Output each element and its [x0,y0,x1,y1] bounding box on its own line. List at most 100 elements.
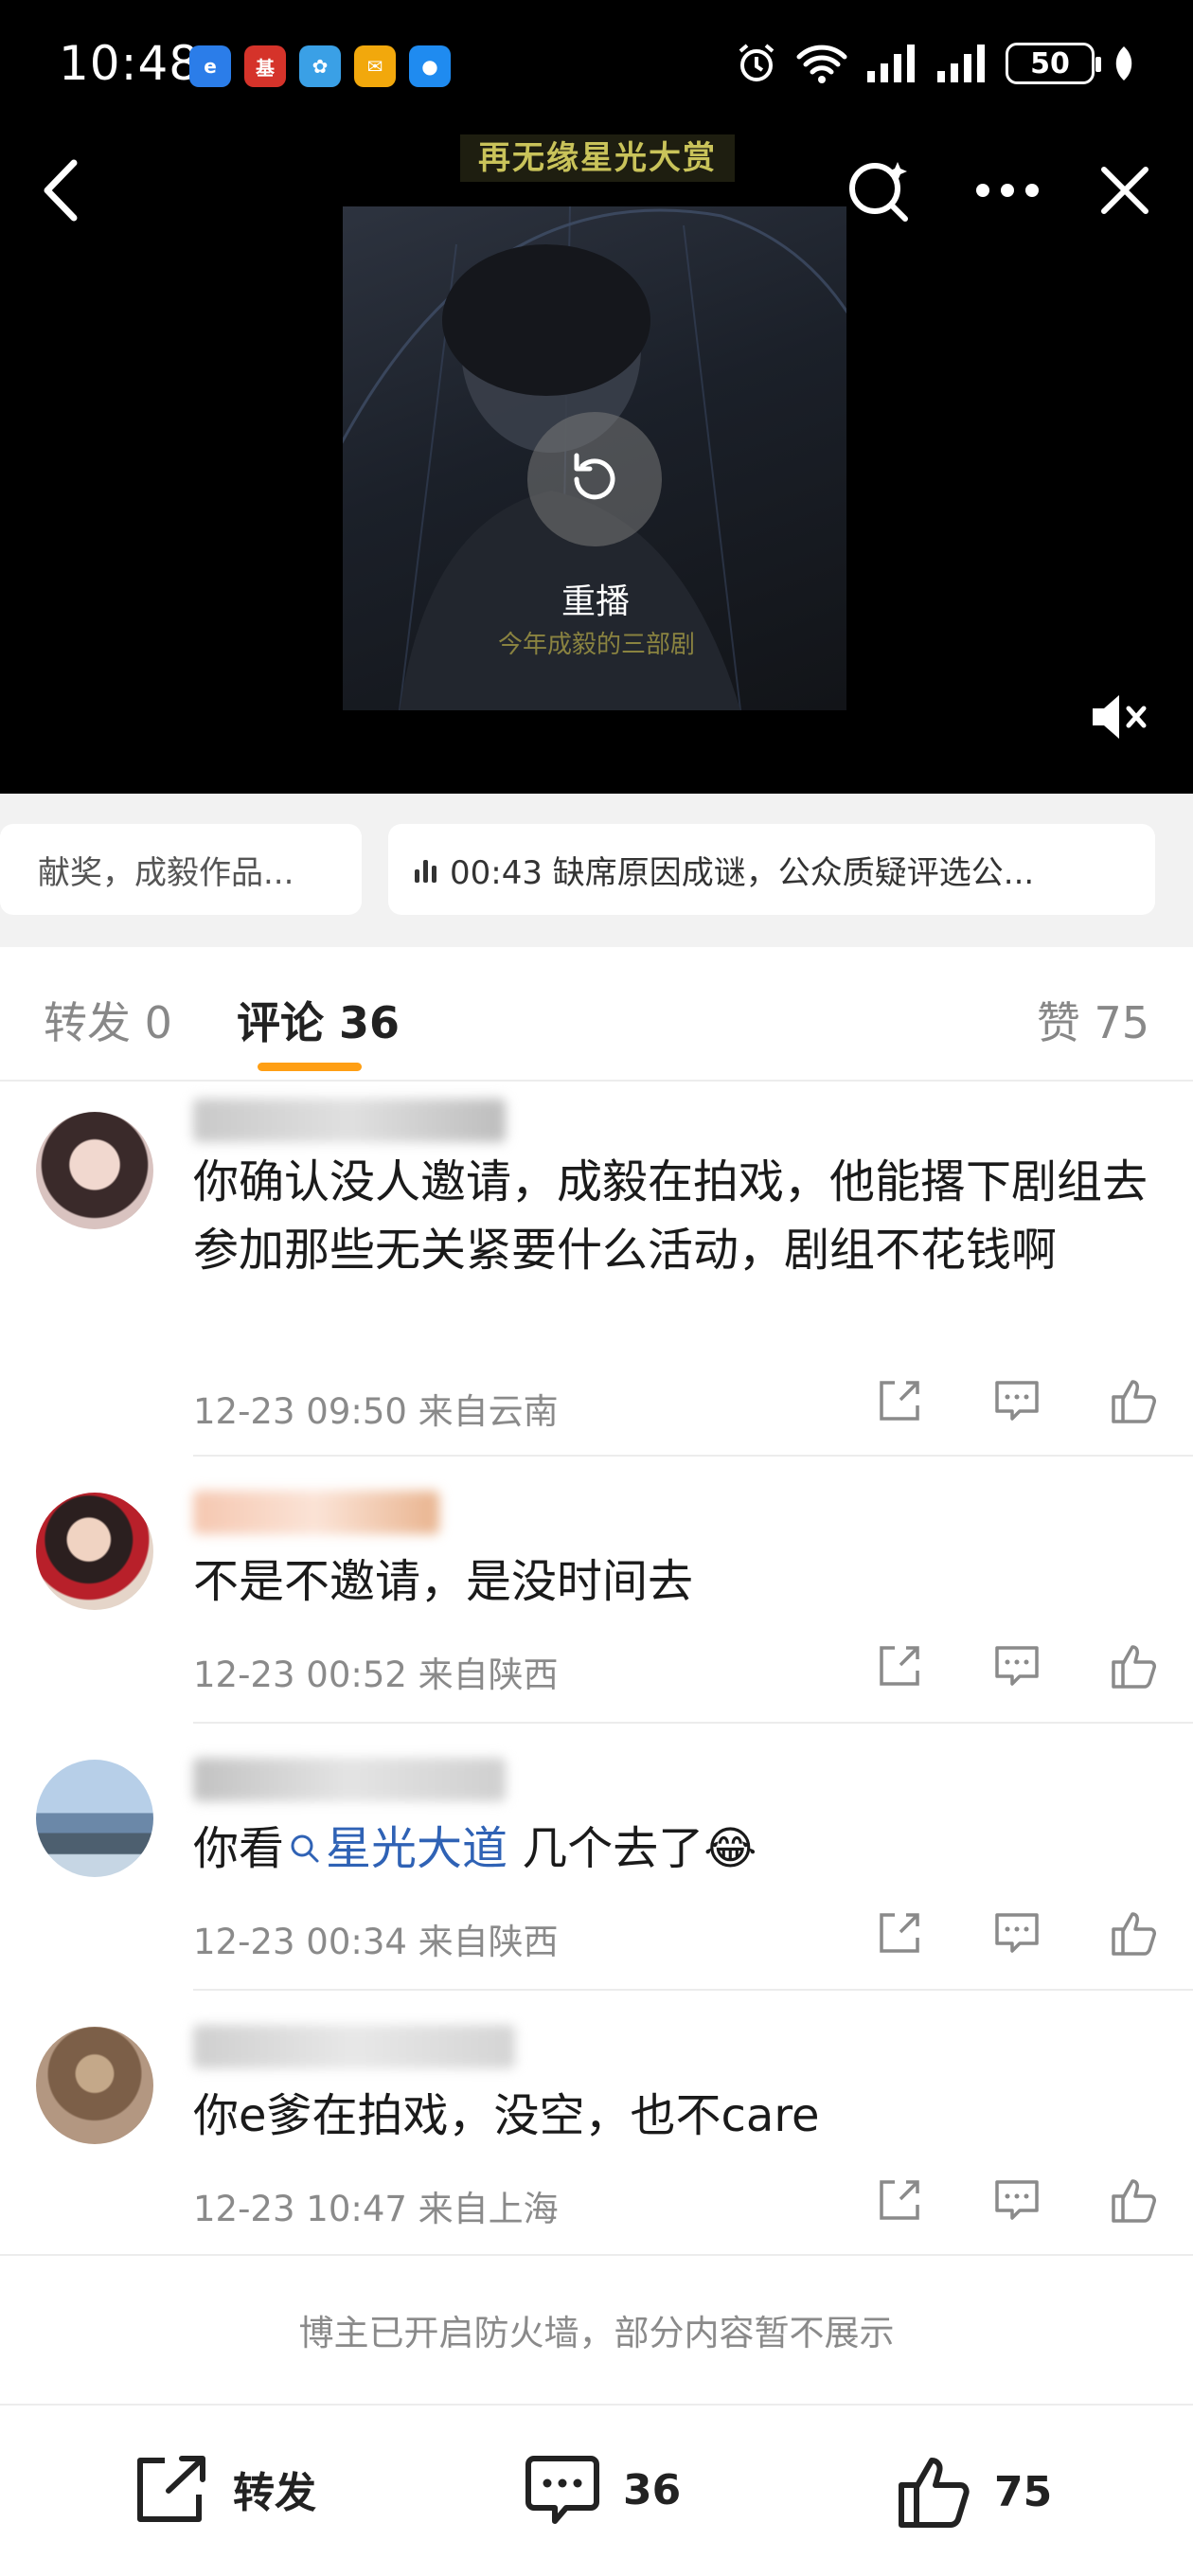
replay-icon [574,453,615,500]
comment-text: 你确认没人邀请，成毅在拍戏，他能撂下剧组去参加那些无关紧要什么活动，剧组不花钱啊 [193,1155,1148,1277]
topic-chip-left-label: 献奖，成毅作品... [38,853,294,892]
thumbs-up-icon [1112,2179,1156,2223]
fund-app-icon: 基 [244,45,286,87]
comment-bubble-icon [525,2456,599,2524]
comment-text: 你e爹在拍戏，没空，也不care [193,2089,820,2142]
comment-item: 不是不邀请，是没时间去 12-23 00:52 来自陕西 [0,1457,1193,1722]
comment-icon [995,1646,1039,1686]
like-button[interactable] [1076,2167,1193,2233]
leaf-icon [1115,46,1132,80]
like-bottom-button[interactable]: 75 [896,2453,1052,2531]
wifi-icon [796,45,847,83]
tab-repost[interactable]: 转发 0 [44,989,172,1051]
reply-button[interactable] [958,1900,1076,1966]
flower-app-icon: ✿ [299,45,341,87]
share-icon [880,2180,919,2220]
avatar[interactable] [36,1493,153,1610]
comment-text: 不是不邀请，是没时间去 [193,1555,694,1608]
tab-likes[interactable]: 赞 75 [1037,989,1149,1051]
comment-meta: 12-23 00:34 来自陕西 [193,1922,559,1962]
comment-item: 你e爹在拍戏，没空，也不care 12-23 10:47 来自上海 [0,1991,1193,2254]
thumbs-up-icon [1112,1380,1156,1423]
comment-text-after: 几个去了 [507,1822,704,1875]
comment-meta: 12-23 00:52 来自陕西 [193,1655,559,1695]
like-button[interactable] [1076,1368,1193,1434]
username-blurred[interactable] [193,2025,515,2068]
comment-icon [995,1381,1039,1421]
share-icon [880,1646,919,1686]
signal-icon-2 [937,45,985,82]
comment-text-before: 你看 [193,1822,285,1875]
content-tabs: 转发 0 评论 36 赞 75 [0,947,1193,1082]
comment-actions [841,1900,1193,1966]
topic-link[interactable]: 星光大道 [284,1822,507,1875]
reply-button[interactable] [958,1368,1076,1434]
video-title-overlay: 再无缘星光大赏 [460,134,735,182]
status-indicators: 50 [735,42,1136,85]
mute-button[interactable] [1087,684,1153,750]
close-button[interactable] [1091,156,1159,224]
topic-chip-left[interactable]: 献奖，成毅作品... [0,824,362,915]
status-time: 10:48 [59,36,201,91]
repost-label: 转发 [233,2469,316,2517]
battery-icon: 50 [1006,43,1101,84]
tab-comments[interactable]: 评论 36 [237,989,400,1051]
share-icon [880,1381,919,1421]
repost-button[interactable]: 转发 [133,2453,316,2525]
notification-app-icons: e 基 ✿ ✉ ● [189,45,451,87]
username-blurred[interactable] [193,1491,439,1534]
chevron-left-icon [44,159,78,222]
username-blurred[interactable] [193,1758,506,1801]
comment-meta: 12-23 09:50 来自云南 [193,1391,559,1432]
share-button[interactable] [841,1633,958,1699]
back-button[interactable] [27,156,95,224]
avatar[interactable] [36,1760,153,1877]
like-button[interactable] [1076,1633,1193,1699]
thumbs-up-icon [1112,1912,1156,1956]
comment-count: 36 [623,2465,682,2514]
comment-icon [995,2180,1039,2220]
more-dots-icon [976,184,1039,197]
chat-app-icon: ● [409,45,451,87]
speaker-muted-icon [1093,695,1147,739]
share-button[interactable] [841,1368,958,1434]
share-button[interactable] [841,1900,958,1966]
bottom-action-bar: 转发 36 75 [0,2407,1193,2576]
close-icon [1101,167,1148,214]
video-subtitle: 今年成毅的三部剧 [497,631,695,659]
thumbs-up-large-icon [899,2458,970,2528]
share-icon [880,1913,919,1953]
replay-label: 重播 [561,582,630,621]
app-e-icon: e [189,45,231,87]
comment-button[interactable]: 36 [523,2453,681,2527]
avatar[interactable] [36,2027,153,2144]
topic-chips-bar: 献奖，成毅作品... 00:43 缺席原因成谜，公众质疑评选公... [0,794,1193,947]
comment-item: 你看 星光大道 几个去了😂 12-23 00:34 来自陕西 [0,1724,1193,1989]
share-button[interactable] [841,2167,958,2233]
comment-actions [841,1633,1193,1699]
search-button[interactable] [845,156,913,224]
search-small-icon [291,1834,319,1863]
audio-bars-icon [415,856,436,883]
topic-chip-audio[interactable]: 00:43 缺席原因成谜，公众质疑评选公... [388,824,1155,915]
username-blurred[interactable] [193,1099,506,1142]
comment-text: 你看 星光大道 几个去了😂 [193,1815,1149,1883]
reply-button[interactable] [958,2167,1076,2233]
comment-meta: 12-23 10:47 来自上海 [193,2189,559,2229]
comment-icon [995,1913,1039,1953]
like-button[interactable] [1076,1900,1193,1966]
mail-app-icon: ✉ [354,45,396,87]
search-icon [849,162,908,222]
thumbs-up-icon [1112,1645,1156,1689]
reply-button[interactable] [958,1633,1076,1699]
repost-icon [137,2456,205,2522]
like-count: 75 [994,2467,1053,2516]
alarm-icon [739,44,775,81]
avatar[interactable] [36,1112,153,1229]
comment-actions [841,2167,1193,2233]
replay-button[interactable] [527,412,662,546]
signal-icon [867,45,915,82]
comment-actions [841,1368,1193,1434]
topic-chip-audio-label: 00:43 缺席原因成谜，公众质疑评选公... [450,853,1035,892]
more-button[interactable] [973,156,1042,224]
